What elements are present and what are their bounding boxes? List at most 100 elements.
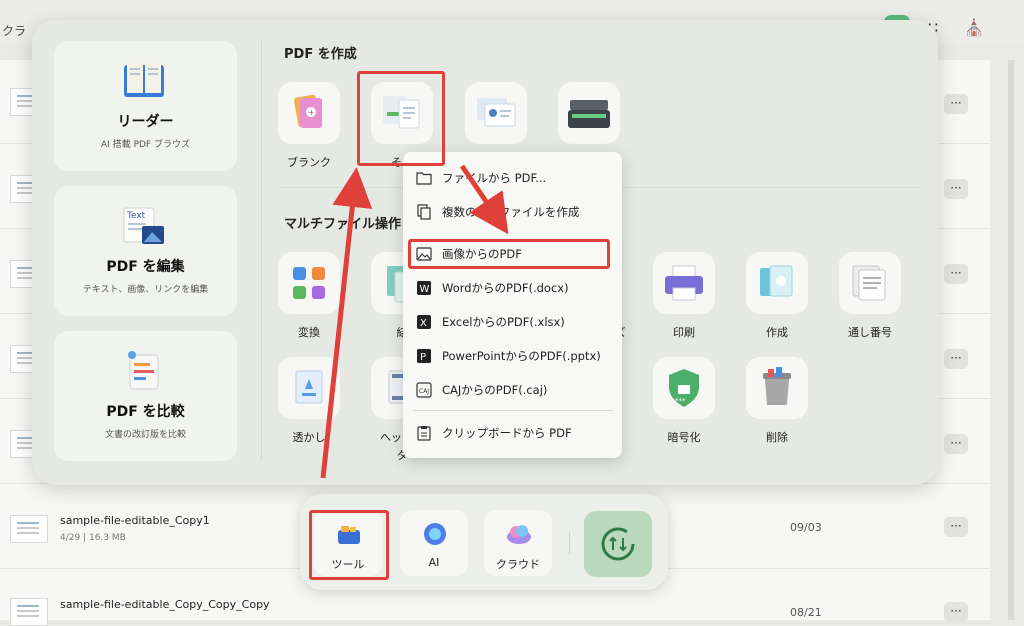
reader-title: リーダー [117, 114, 174, 130]
more-button[interactable]: ··· [944, 602, 968, 622]
menu-item-label: ファイルから PDF... [442, 171, 547, 185]
tool-bates[interactable]: 通し番号 [825, 252, 915, 340]
compare-pdf-card[interactable]: PDF を比較 文書の改訂版を比較 [54, 331, 237, 461]
create-icon [760, 265, 793, 297]
encrypt-icon: *** [669, 369, 699, 407]
word-icon: W [417, 281, 431, 295]
more-button[interactable]: ··· [944, 517, 968, 537]
dock-ai-label: AI [428, 556, 440, 569]
blank-doc-icon: + [294, 94, 322, 128]
tool-convert-label: 変換 [298, 326, 320, 339]
file-name[interactable]: sample-file-editable_Copy1 [60, 514, 210, 527]
svg-text:***: *** [675, 397, 686, 405]
convert-icon [293, 267, 325, 299]
compare-pdf-subtitle: 文書の改訂版を比較 [104, 430, 186, 440]
highlight-tools-button [309, 510, 389, 580]
svg-text:+: + [308, 108, 315, 117]
tool-watermark-label: 透かし [292, 431, 326, 444]
tool-encrypt[interactable]: *** 暗号化 [639, 357, 729, 445]
menu-item-label: 複数のPDFファイルを作成 [442, 205, 580, 219]
edit-pdf-card[interactable]: Text PDF を編集 テキスト、画像、リンクを編集 [54, 186, 237, 316]
text-image-icon: Text [123, 207, 164, 244]
more-button[interactable]: ··· [944, 264, 968, 284]
file-date: 09/03 [790, 521, 822, 534]
caj-icon: CAJ [416, 382, 432, 398]
cloud-icon [507, 525, 531, 544]
compare-pdf-title: PDF を比較 [106, 404, 185, 420]
multi-files-icon [417, 204, 431, 220]
create-section-title: PDF を作成 [284, 47, 357, 62]
file-name[interactable]: sample-file-editable_Copy_Copy_Copy [60, 598, 270, 611]
more-button[interactable]: ··· [944, 179, 968, 199]
reader-card[interactable]: リーダー AI 搭載 PDF ブラウズ [54, 41, 237, 171]
menu-item-label: クリップボードから PDF [442, 426, 572, 440]
tool-create[interactable]: 作成 [732, 252, 822, 340]
dock-cloud-label: クラウド [496, 558, 540, 571]
menu-item-from-word[interactable]: W WordからのPDF(.docx) [411, 274, 614, 302]
bates-number-icon [852, 265, 886, 301]
edit-pdf-subtitle: テキスト、画像、リンクを編集 [82, 285, 209, 295]
svg-text:P: P [420, 352, 426, 363]
menu-item-label: CAJからのPDF(.caj) [442, 383, 548, 397]
excel-icon: X [417, 315, 431, 329]
tool-id-card[interactable] [451, 82, 541, 154]
tool-delete[interactable]: 削除 [732, 357, 822, 445]
svg-text:X: X [420, 318, 427, 329]
watermark-icon [295, 370, 323, 404]
svg-text:CAJ: CAJ [419, 388, 429, 395]
tool-scanner[interactable] [544, 82, 634, 154]
tool-watermark[interactable]: 透かし [264, 357, 354, 445]
dock-sync-button[interactable] [584, 511, 652, 577]
tool-create-label: 作成 [766, 326, 788, 339]
panel-divider [261, 40, 262, 460]
cloud-tab-label[interactable]: クラ [2, 22, 26, 39]
file-date: 08/21 [790, 606, 822, 619]
menu-separator [413, 410, 613, 411]
menu-item-from-excel[interactable]: X ExcelからのPDF(.xlsx) [411, 308, 614, 336]
menu-item-from-clipboard[interactable]: クリップボードから PDF [411, 419, 614, 447]
reader-subtitle: AI 搭載 PDF ブラウズ [101, 140, 190, 150]
highlight-other-tool [357, 71, 445, 166]
tool-print-label: 印刷 [673, 326, 695, 339]
file-meta: 4/29 | 16.3 MB [60, 533, 126, 543]
powerpoint-icon: P [417, 349, 431, 363]
tool-print[interactable]: 印刷 [639, 252, 729, 340]
menu-item-label: WordからのPDF(.docx) [442, 281, 569, 295]
tool-encrypt-label: 暗号化 [667, 431, 701, 444]
tool-convert[interactable]: 変換 [264, 252, 354, 340]
multi-section-title: マルチファイル操作 [284, 217, 402, 232]
menu-item-from-file[interactable]: ファイルから PDF... [411, 164, 614, 192]
menu-item-multiple-files[interactable]: 複数のPDFファイルを作成 [411, 198, 614, 226]
folder-icon [416, 172, 432, 185]
menu-item-from-powerpoint[interactable]: P PowerPointからのPDF(.pptx) [411, 342, 614, 370]
clean-icon[interactable]: ⛪ [964, 18, 984, 37]
svg-text:W: W [420, 284, 430, 295]
more-button[interactable]: ··· [944, 349, 968, 369]
clipboard-icon [417, 426, 431, 441]
id-card-icon [477, 98, 516, 127]
highlight-image-to-pdf [408, 239, 610, 269]
menu-item-label: ExcelからのPDF(.xlsx) [442, 315, 565, 329]
dock-ai-button[interactable]: AI [400, 510, 468, 576]
book-icon [124, 63, 164, 97]
more-button[interactable]: ··· [944, 94, 968, 114]
create-dropdown-menu: ファイルから PDF... 複数のPDFファイルを作成 画像からのPDF W W… [403, 152, 622, 458]
tool-bates-label: 通し番号 [848, 326, 892, 339]
ai-icon [424, 523, 446, 545]
file-thumbnail [10, 598, 48, 626]
scanner-icon [568, 100, 610, 128]
dock-separator [569, 532, 570, 554]
tool-blank-label: ブランク [287, 156, 331, 169]
dock-cloud-button[interactable]: クラウド [484, 510, 552, 576]
menu-item-label: PowerPointからのPDF(.pptx) [442, 349, 601, 363]
scrollbar[interactable] [1008, 60, 1014, 620]
edit-pdf-title: PDF を編集 [106, 259, 185, 275]
trash-icon [763, 367, 791, 405]
printer-icon [665, 265, 703, 301]
text-badge: Text [126, 211, 146, 221]
compare-icon [128, 351, 159, 390]
tool-delete-label: 削除 [766, 431, 788, 444]
more-button[interactable]: ··· [944, 434, 968, 454]
menu-item-from-caj[interactable]: CAJ CAJからのPDF(.caj) [411, 376, 614, 404]
tool-blank[interactable]: + ブランク [264, 82, 354, 170]
